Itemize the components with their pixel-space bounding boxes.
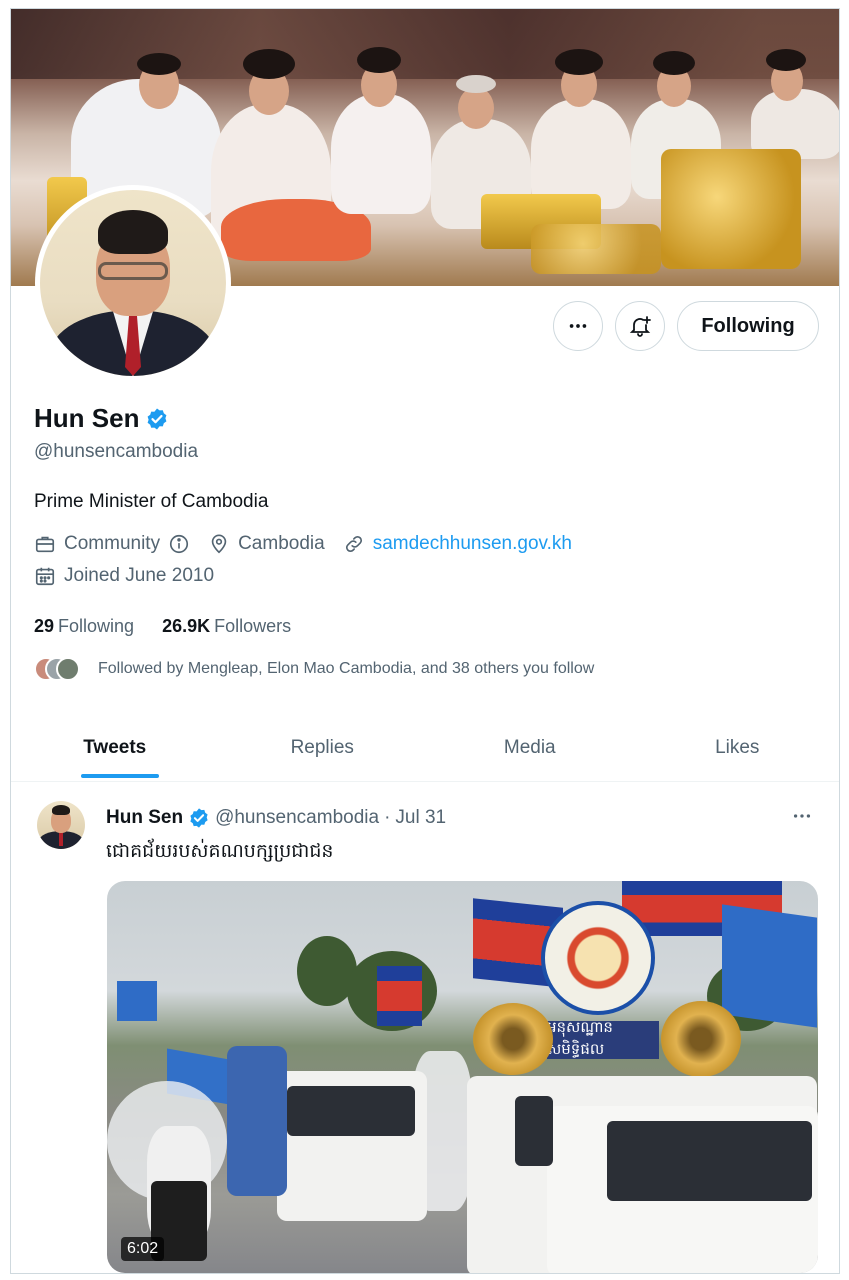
profile-category: Community (34, 533, 190, 555)
followers-count-link[interactable]: 26.9K Followers (162, 616, 291, 637)
profile-meta-row: Community Cambodia samdechhunsen.gov.kh (34, 533, 590, 555)
tab-media[interactable]: Media (426, 714, 634, 781)
tweet-header: Hun Sen @hunsencambodia · Jul 31 (106, 807, 446, 829)
profile-joined: Joined June 2010 (34, 565, 214, 587)
tweet-author-avatar[interactable] (37, 801, 85, 849)
tweet-author-handle[interactable]: @hunsencambodia (215, 807, 379, 829)
location-pin-icon (211, 534, 227, 554)
profile-name-row: Hun Sen (34, 403, 169, 434)
active-tab-indicator (81, 774, 159, 778)
profile-avatar[interactable] (35, 185, 231, 381)
followed-by-row[interactable]: Followed by Mengleap, Elon Mao Cambodia,… (34, 657, 594, 681)
briefcase-icon (35, 536, 55, 553)
profile-location: Cambodia (208, 533, 325, 555)
tweet-separator: · (384, 807, 391, 828)
verified-badge-icon (190, 808, 208, 828)
profile-website-link[interactable]: samdechhunsen.gov.kh (373, 533, 572, 555)
following-button[interactable]: Following (677, 301, 819, 351)
profile-handle: @hunsencambodia (34, 441, 199, 462)
profile-tabs: Tweets Replies Media Likes (11, 714, 840, 782)
profile-name: Hun Sen (34, 403, 140, 433)
profile-website[interactable]: samdechhunsen.gov.kh (343, 533, 572, 555)
tab-tweets[interactable]: Tweets (11, 714, 219, 781)
notifications-button[interactable] (615, 301, 665, 351)
followed-by-text: Followed by Mengleap, Elon Mao Cambodia,… (98, 660, 595, 677)
tab-likes[interactable]: Likes (634, 714, 840, 781)
profile-location-label: Cambodia (238, 533, 325, 554)
more-options-button[interactable] (553, 301, 603, 351)
profile-category-label: Community (64, 533, 161, 554)
tweet-author-name[interactable]: Hun Sen (106, 807, 183, 829)
tweet-more-button[interactable] (791, 805, 813, 832)
profile-joined-label: Joined June 2010 (64, 565, 215, 586)
tweet-text: ជោគជ័យរបស់គណបក្សប្រជាជន (106, 840, 334, 862)
tab-replies[interactable]: Replies (219, 714, 427, 781)
profile-joined-row: Joined June 2010 (34, 565, 232, 587)
link-icon (345, 535, 362, 553)
tweet-video[interactable]: អនុសណ្ឋានសមិទ្ធិផល 6:02 (107, 881, 818, 1273)
profile-bio: Prime Minister of Cambodia (34, 491, 269, 512)
following-count-link[interactable]: 29 Following (34, 616, 134, 637)
calendar-icon (35, 567, 55, 586)
tweet-date[interactable]: Jul 31 (395, 807, 446, 829)
tweet[interactable]: Hun Sen @hunsencambodia · Jul 31 ជោគជ័យរ… (11, 783, 839, 1273)
verified-badge-icon (148, 408, 167, 429)
profile-page: Following Hun Sen @hunsencambodia Prime … (10, 8, 840, 1274)
profile-stats: 29 Following 26.9K Followers (34, 616, 291, 637)
bell-plus-icon (629, 316, 651, 337)
video-duration: 6:02 (121, 1237, 165, 1261)
info-icon[interactable] (168, 533, 190, 555)
followed-by-avatars (34, 657, 80, 681)
more-horizontal-icon (569, 324, 587, 328)
avatar (56, 657, 80, 681)
media-banner-text: អនុសណ្ឋានសមិទ្ធិផល (547, 1018, 659, 1059)
more-horizontal-icon (793, 814, 811, 818)
